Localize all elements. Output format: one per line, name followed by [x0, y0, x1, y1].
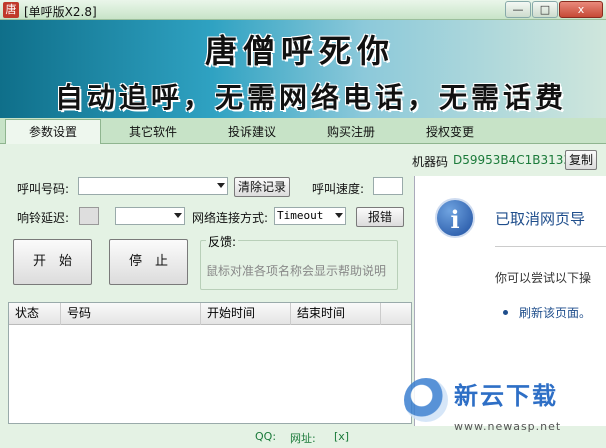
- start-button[interactable]: 开 始: [13, 239, 92, 285]
- tab-parameters[interactable]: 参数设置: [5, 119, 101, 145]
- title-bar[interactable]: 唐 [单呼版X2.8] — □ x: [0, 0, 606, 20]
- chevron-down-icon[interactable]: [174, 213, 182, 218]
- copy-button[interactable]: 复制: [565, 150, 597, 170]
- close-button[interactable]: x: [559, 1, 603, 18]
- call-log-table[interactable]: 状态 号码 开始时间 结束时间: [8, 302, 412, 424]
- ring-delay-label: 响铃延迟:: [17, 211, 70, 225]
- tab-license[interactable]: 授权变更: [405, 122, 495, 144]
- network-value: Timeout: [277, 209, 324, 222]
- ring-delay-combo[interactable]: [115, 207, 185, 225]
- feedback-title: 反馈:: [206, 233, 239, 250]
- navigation-cancelled-title: 已取消网页导: [495, 210, 586, 228]
- table-header: 状态 号码 开始时间 结束时间: [9, 303, 411, 325]
- navigation-hint: 你可以尝试以下操: [495, 271, 592, 285]
- call-speed-input[interactable]: [373, 177, 403, 195]
- watermark-brand: 新云下载: [454, 382, 558, 410]
- window-title: [单呼版X2.8]: [24, 5, 97, 19]
- maximize-button[interactable]: □: [532, 1, 558, 18]
- parameters-panel: 机器码 D59953B4C1B3133 复制 呼叫号码: 清除记录 呼叫速度: …: [0, 144, 606, 448]
- column-header-end-time[interactable]: 结束时间: [291, 303, 381, 325]
- refresh-page-link[interactable]: 刷新该页面。: [519, 304, 591, 321]
- call-number-label: 呼叫号码:: [17, 182, 70, 196]
- bullet-icon: [503, 310, 508, 315]
- tab-other-software[interactable]: 其它软件: [108, 122, 198, 144]
- watermark-logo-icon: [404, 378, 448, 422]
- website-label: 网址:: [290, 432, 316, 445]
- machine-code-value: D59953B4C1B3133: [453, 153, 572, 167]
- chevron-down-icon[interactable]: [335, 213, 343, 218]
- column-header-number[interactable]: 号码: [61, 303, 201, 325]
- column-header-status[interactable]: 状态: [9, 303, 61, 325]
- watermark: 新云下载 www.newasp.net: [402, 372, 606, 446]
- machine-code-label: 机器码: [412, 155, 449, 169]
- banner: 唐僧呼死你 自动追呼，无需网络电话，无需话费: [0, 20, 606, 118]
- ring-delay-checkbox[interactable]: [79, 207, 99, 225]
- website-value[interactable]: [x]: [334, 430, 349, 443]
- divider: [495, 246, 606, 247]
- tab-complaints[interactable]: 投诉建议: [207, 122, 297, 144]
- network-combo[interactable]: Timeout: [274, 207, 346, 225]
- feedback-text: 鼠标对准各项名称会显示帮助说明: [206, 264, 387, 278]
- call-speed-label: 呼叫速度:: [312, 182, 365, 196]
- chevron-down-icon[interactable]: [217, 183, 225, 188]
- tab-bar: 参数设置 其它软件 投诉建议 购买注册 授权变更: [0, 118, 606, 145]
- watermark-url: www.newasp.net: [454, 420, 562, 433]
- info-icon: i: [435, 198, 475, 238]
- banner-title: 唐僧呼死你: [204, 32, 395, 70]
- clear-records-button[interactable]: 清除记录: [234, 177, 290, 197]
- qq-label: QQ:: [255, 430, 277, 443]
- call-number-combo[interactable]: [78, 177, 228, 195]
- error-report-button[interactable]: 报错: [356, 207, 404, 227]
- app-icon: 唐: [3, 2, 19, 18]
- stop-button[interactable]: 停 止: [109, 239, 188, 285]
- banner-slogan: 自动追呼，无需网络电话，无需话费: [54, 81, 567, 114]
- tab-purchase[interactable]: 购买注册: [306, 122, 396, 144]
- network-label: 网络连接方式:: [192, 211, 269, 225]
- column-header-start-time[interactable]: 开始时间: [201, 303, 291, 325]
- minimize-button[interactable]: —: [505, 1, 531, 18]
